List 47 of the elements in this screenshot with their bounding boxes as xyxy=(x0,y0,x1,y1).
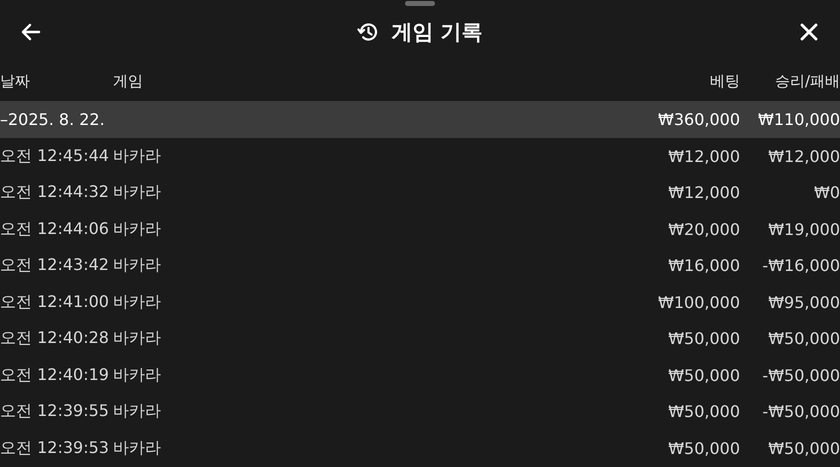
game-cell-text: 바카라 xyxy=(113,146,162,167)
bet-cell-text: ₩20,000 xyxy=(667,220,740,239)
game-cell-text: 바카라 xyxy=(113,401,162,422)
result-cell-text: ₩0 xyxy=(813,183,840,202)
history-icon xyxy=(357,21,380,43)
time-cell-text: 오전 12:45:44 xyxy=(0,146,110,167)
column-header: 베팅 xyxy=(709,72,740,91)
column-header: 게임 xyxy=(113,72,144,91)
time-cell-text: 오전 12:44:06 xyxy=(0,218,110,240)
time-cell-text: 오전 12:43:42 xyxy=(0,255,110,276)
result-cell-text: ₩95,000 xyxy=(767,292,840,312)
bet-cell-text: ₩100,000 xyxy=(657,292,740,312)
game-cell-text: 바카라 xyxy=(113,218,162,240)
group-date: –2025. 8. 22. xyxy=(0,110,106,129)
time-cell-text: 오전 12:39:55 xyxy=(0,401,110,422)
date-group-row[interactable]: –2025. 8. 22. ₩360,000 ₩110,000 xyxy=(0,101,840,138)
column-header: 날짜 xyxy=(0,72,31,91)
window-title: 게임 기록 xyxy=(391,19,483,46)
game-cell-text: 바카라 xyxy=(113,255,162,276)
bet-cell-text: ₩50,000 xyxy=(667,438,740,458)
result-cell-text: -₩50,000 xyxy=(761,366,840,385)
result-cell-text: ₩19,000 xyxy=(767,220,840,239)
game-cell-text: 바카라 xyxy=(113,292,162,313)
result-cell-text: ₩12,000 xyxy=(767,146,840,166)
bet-cell-text: ₩50,000 xyxy=(667,366,740,385)
column-header: 승리/패배 xyxy=(774,72,840,91)
group-result-total: ₩110,000 xyxy=(757,110,840,129)
bet-cell-text: ₩12,000 xyxy=(667,183,740,202)
time-cell-text: 오전 12:40:28 xyxy=(0,328,110,350)
game-cell-text: 바카라 xyxy=(113,328,162,350)
time-cell-text: 오전 12:39:53 xyxy=(0,438,110,459)
game-cell-text: 바카라 xyxy=(113,182,162,204)
result-cell-text: -₩16,000 xyxy=(761,256,840,276)
drag-handle[interactable] xyxy=(405,1,435,6)
time-cell-text: 오전 12:40:19 xyxy=(0,364,110,386)
game-cell-text: 바카라 xyxy=(113,438,162,459)
group-bet-total: ₩360,000 xyxy=(657,110,740,129)
result-cell-text: ₩50,000 xyxy=(767,329,840,348)
bet-cell-text: ₩50,000 xyxy=(667,329,740,348)
time-cell-text: 오전 12:41:00 xyxy=(0,292,110,313)
bet-cell-text: ₩16,000 xyxy=(667,256,740,276)
game-cell-text: 바카라 xyxy=(113,364,162,386)
bet-cell-text: ₩12,000 xyxy=(667,146,740,166)
bet-cell-text: ₩50,000 xyxy=(667,402,740,422)
time-cell-text: 오전 12:44:32 xyxy=(0,182,110,204)
result-cell-text: -₩50,000 xyxy=(761,402,840,422)
result-cell-text: ₩50,000 xyxy=(767,438,840,458)
